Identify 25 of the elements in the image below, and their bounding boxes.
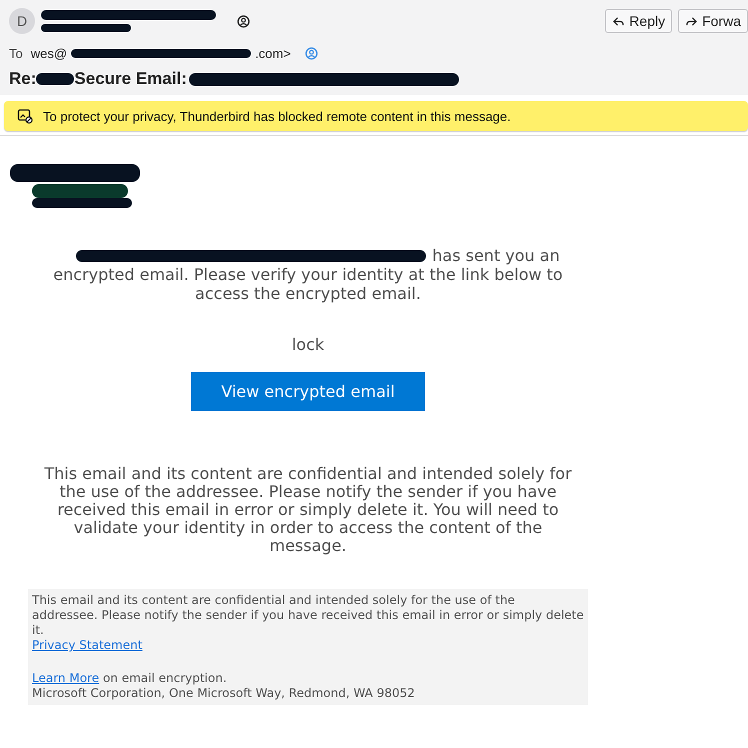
- subject: Re:: [9, 69, 36, 89]
- sender-avatar: D: [9, 8, 35, 34]
- view-email-button[interactable]: View encrypted email: [191, 372, 425, 411]
- image-alt-text: lock: [290, 335, 326, 354]
- intro-text: has sent you an: [432, 246, 560, 265]
- recipient-address: wes@: [30, 46, 68, 61]
- contact-icon: [304, 47, 318, 60]
- disclaimer-text: This email and its content are confidential and intended solely for the use of the addressee. Please notify the sender if you have received this email in error or simply delete it.: [32, 593, 584, 638]
- blocked-image-icon: [17, 108, 33, 124]
- contact-icon: [237, 14, 250, 28]
- redaction-mark: [36, 73, 74, 85]
- recipient-address: .com>: [255, 46, 291, 61]
- confidentiality-text: This email and its content are confidential and intended solely for the use of the addressee. Please notify the sender if you have received this email in error or simply delete it. You will need to validate your identity in order to access the content of the message.: [43, 465, 573, 555]
- to-label: To: [9, 46, 23, 61]
- reply-arrow-icon: [612, 16, 626, 26]
- reply-button[interactable]: Reply: [605, 9, 672, 33]
- notification-text: To protect your privacy, Thunderbird has blocked remote content in this message.: [43, 108, 511, 124]
- subject: Secure Email:: [74, 69, 187, 89]
- footer-text: on email encryption.: [102, 671, 227, 685]
- intro-text: encrypted email. Please verify your identity at the link below to access the encrypted email.: [52, 265, 564, 303]
- address-text: Microsoft Corporation, One Microsoft Way, Redmond, WA 98052: [32, 686, 416, 701]
- forward-button[interactable]: Forwa: [678, 9, 748, 33]
- learn-more-link[interactable]: Learn More: [32, 671, 100, 685]
- forward-arrow-icon: [685, 16, 698, 26]
- privacy-link[interactable]: Privacy Statement: [32, 638, 142, 653]
